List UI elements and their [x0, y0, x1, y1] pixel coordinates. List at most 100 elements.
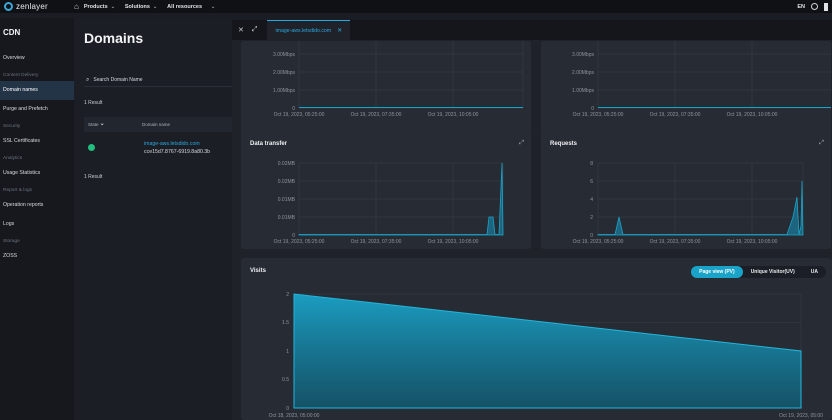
sidebar-item-purge-prefetch[interactable]: Purge and Prefetch: [0, 100, 74, 119]
result-count-bottom: 1 Result: [84, 174, 103, 180]
ytick: 8: [590, 161, 593, 167]
brand-logo[interactable]: zenlayer: [0, 2, 70, 11]
brand-name: zenlayer: [16, 2, 48, 11]
bandwidth-chart-right: 3.00Mbps 2.00Mbps 1.00Mbps 0 Oct 19, 202…: [541, 41, 831, 144]
expand-icon[interactable]: ⤢: [252, 26, 258, 34]
ytick: 0: [292, 233, 295, 239]
grid: [597, 41, 831, 109]
requests-svg: 8 6 4 2 0 Oct 19, 2023, 05:25:00 Oct 19,…: [573, 161, 804, 245]
xtick: Oct 19, 2023, 10:05:00: [428, 112, 479, 118]
status-dot: [88, 144, 95, 151]
xtick: Oct 19, 2023, 10:05:00: [727, 239, 778, 245]
tab-page-view[interactable]: Page view (PV): [691, 266, 743, 278]
ytick: 0.01MB: [278, 215, 296, 221]
page-title: Domains: [84, 30, 144, 46]
help-icon[interactable]: [811, 3, 818, 10]
sidebar: CDN Overview Content Delivery Domain nam…: [0, 18, 74, 420]
ytick: 4: [590, 197, 593, 203]
ytick: 0: [590, 233, 593, 239]
nav-products[interactable]: Products ⌄: [84, 4, 115, 10]
column-domain-name: Domain name: [142, 122, 171, 127]
tab-label: image-aws.letsdido.com: [275, 27, 332, 34]
xtick: Oct 19, 2023, 07:35:00: [650, 112, 701, 118]
ytick: 0.01MB: [278, 197, 296, 203]
sidebar-item-overview[interactable]: Overview: [0, 49, 74, 68]
ytick: 2.00Mbps: [572, 70, 594, 76]
domain-detail-panel: ✕ ⤢ image-aws.letsdido.com ✕ 3.00Mbps 2.…: [232, 20, 832, 420]
bandwidth-right-svg: 3.00Mbps 2.00Mbps 1.00Mbps 0 Oct 19, 202…: [572, 41, 831, 118]
table-row[interactable]: image-aws.letsdido.com cce15d7.8767-6919…: [84, 136, 234, 160]
tab-domain[interactable]: image-aws.letsdido.com ✕: [267, 20, 351, 40]
xtick: Oct 19, 2023, 05:25:00: [274, 239, 325, 245]
ytick: 0: [286, 406, 289, 412]
data-transfer-chart: Data transfer ⤢ 0.02MB 0.02MB 0.01MB 0.0…: [241, 131, 531, 249]
xtick: Oct 19, 2023, 05:25:00: [274, 112, 325, 118]
sidebar-group-storage: Storage: [3, 239, 20, 244]
user-menu-icon[interactable]: [824, 2, 828, 11]
grid: [293, 293, 802, 409]
xtick: Oct 19, 2023, 07:35:00: [351, 239, 402, 245]
ytick: 2.00Mbps: [273, 70, 295, 76]
data-transfer-area: [298, 162, 504, 236]
sidebar-group-content-delivery: Content Delivery: [3, 73, 39, 78]
nav-all-resources[interactable]: All resources ⌄: [167, 4, 215, 10]
bandwidth-chart-left: 3.00Mbps 2.00Mbps 1.00Mbps 0 Oct 19, 202…: [241, 41, 531, 144]
expand-icon[interactable]: ⤢: [819, 140, 824, 147]
ytick: 3.00Mbps: [572, 52, 594, 58]
nav-solutions[interactable]: Solutions ⌄: [125, 4, 157, 10]
chevron-down-icon: ⌄: [211, 3, 216, 10]
sidebar-item-domain-names[interactable]: Domain names: [0, 81, 74, 100]
language-switch[interactable]: EN: [797, 4, 805, 10]
tab-close-icon[interactable]: ✕: [337, 27, 342, 34]
grid: [597, 162, 804, 236]
data-transfer-svg: 0.02MB 0.02MB 0.01MB 0.01MB 0 Oct 19, 20…: [274, 161, 504, 245]
sidebar-item-zoss[interactable]: ZOSS: [0, 247, 74, 266]
requests-chart: Requests ⤢ 8 6 4 2 0 Oct 19, 2023, 05:25…: [541, 131, 831, 249]
ytick: 2: [286, 292, 289, 298]
top-navigation-bar: zenlayer ⌂ Products ⌄ Solutions ⌄ All reso…: [0, 0, 832, 13]
nav-label: Solutions: [124, 3, 150, 10]
ytick: 0.02MB: [278, 179, 296, 185]
xtick: Oct 19, 2023, 05:25:00: [573, 239, 624, 245]
bandwidth-left-svg: 3.00Mbps 2.00Mbps 1.00Mbps 0 Oct 19, 202…: [273, 41, 524, 118]
ytick: 2: [590, 215, 593, 221]
close-icon[interactable]: ✕: [238, 26, 244, 34]
grid: [298, 41, 524, 109]
domain-list-panel: Domains ⌕ Search Domain Name 1 Result St…: [74, 18, 234, 420]
visits-svg: 2 1.5 1 0.5 0 Oct 18, 2023, 05:00:00 Oct…: [269, 292, 824, 419]
home-icon[interactable]: ⌂: [74, 2, 79, 11]
xtick: Oct 19, 2023, 05:00: [779, 413, 823, 419]
ytick: 1.5: [282, 320, 289, 326]
nav-label: All resources: [167, 3, 203, 10]
grid: [298, 162, 504, 236]
card-title: Data transfer: [250, 141, 288, 147]
search-domain-input[interactable]: ⌕ Search Domain Name: [84, 74, 234, 87]
ytick: 0.5: [282, 377, 289, 383]
ytick: 1.00Mbps: [273, 88, 295, 94]
panel-tab-bar: ✕ ⤢ image-aws.letsdido.com ✕: [232, 20, 832, 40]
ytick: 1: [286, 349, 289, 355]
visits-area: [293, 293, 802, 409]
xtick: Oct 19, 2023, 05:25:00: [573, 112, 624, 118]
domain-link[interactable]: image-aws.letsdido.com: [144, 141, 200, 147]
tab-ua[interactable]: UA: [803, 266, 826, 278]
sidebar-item-operation-reports[interactable]: Operation reports: [0, 196, 74, 215]
ytick: 6: [590, 179, 593, 185]
zenlayer-logo-icon: [4, 2, 13, 11]
search-icon: ⌕: [86, 76, 90, 83]
sidebar-title: CDN: [3, 28, 21, 37]
xtick: Oct 19, 2023, 07:35:00: [351, 112, 402, 118]
sidebar-item-ssl-certificates[interactable]: SSL Certificates: [0, 132, 74, 151]
requests-area: [597, 180, 804, 236]
result-count: 1 Result: [84, 100, 103, 106]
sidebar-item-usage-statistics[interactable]: Usage Statistics: [0, 164, 74, 183]
chevron-down-icon: ⌄: [110, 3, 115, 10]
tab-unique-visitor[interactable]: Unique Visitor(UV): [743, 266, 803, 278]
visits-metric-tabs: Page view (PV) Unique Visitor(UV) UA: [691, 266, 826, 278]
expand-icon[interactable]: ⤢: [519, 140, 524, 147]
filter-icon[interactable]: ⏷: [101, 122, 105, 127]
column-state: State: [88, 122, 99, 127]
chevron-down-icon: ⌄: [152, 3, 158, 10]
sidebar-item-logs[interactable]: Logs: [0, 215, 74, 234]
ytick: 1.00Mbps: [572, 88, 594, 94]
